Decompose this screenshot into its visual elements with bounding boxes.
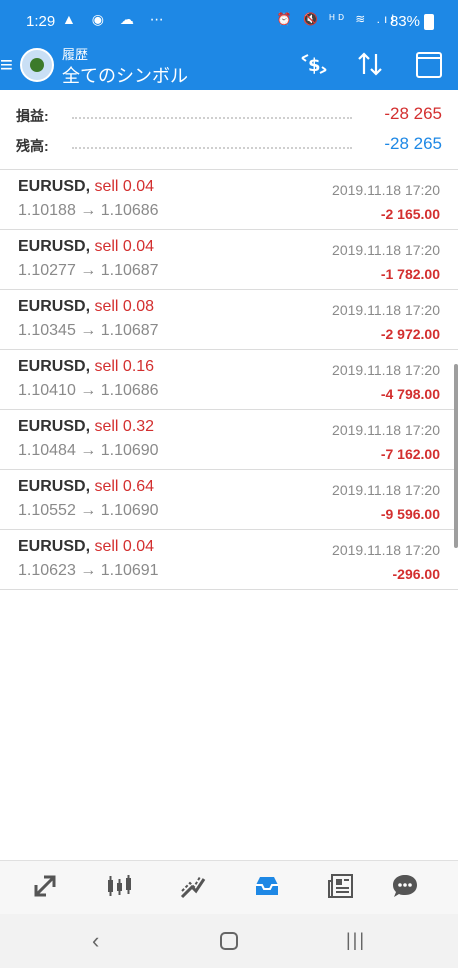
back-nav-icon[interactable]: ‹: [92, 928, 99, 954]
trade-profit: -2 165.00: [380, 206, 440, 222]
home-nav-icon[interactable]: [220, 932, 238, 950]
trade-prices: 1.10552 → 1.10690: [18, 502, 159, 519]
messages-tab-icon[interactable]: [388, 871, 422, 905]
trade-prices: 1.10623 → 1.10691: [18, 562, 159, 579]
status-time: 1:29: [26, 13, 56, 30]
trade-symbol: EURUSD, sell 0.64: [18, 478, 155, 495]
list-item[interactable]: EURUSD, sell 0.16 1.10410 → 1.10686 2019…: [0, 350, 458, 410]
trade-side: sell 0.08: [94, 298, 155, 315]
currency-exchange-icon[interactable]: $: [300, 50, 328, 84]
trade-profit: -7 162.00: [380, 446, 440, 462]
list-item[interactable]: EURUSD, sell 0.32 1.10484 → 1.10690 2019…: [0, 410, 458, 470]
page-title: 履歴: [62, 47, 89, 62]
trade-prices: 1.10345 → 1.10687: [18, 322, 159, 339]
trade-symbol: EURUSD, sell 0.32: [18, 418, 155, 435]
scrollbar[interactable]: [454, 364, 458, 548]
trade-side: sell 0.04: [94, 538, 155, 555]
trade-side: sell 0.04: [94, 238, 155, 255]
battery-percent: 83%: [389, 13, 420, 30]
trade-prices: 1.10484 → 1.10690: [18, 442, 159, 459]
profit-label: 損益:: [16, 108, 49, 124]
status-bar: 1:29 ▲ ◉ ☁ ⋯ ⏰ 🔇 ᴴᴰ ≋ .ıl 83%: [0, 0, 458, 42]
trade-symbol: EURUSD, sell 0.04: [18, 238, 155, 255]
trade-side: sell 0.04: [94, 178, 155, 195]
trade-symbol: EURUSD, sell 0.08: [18, 298, 155, 315]
chart-tab-icon[interactable]: [102, 871, 136, 905]
hamburger-menu-icon[interactable]: ≡: [0, 52, 13, 78]
list-item[interactable]: EURUSD, sell 0.64 1.10552 → 1.10690 2019…: [0, 470, 458, 530]
trade-profit: -9 596.00: [380, 506, 440, 522]
list-item[interactable]: EURUSD, sell 0.04 1.10277 → 1.10687 2019…: [0, 230, 458, 290]
dotted-leader: [72, 147, 352, 149]
profit-row: 損益: -28 265: [16, 104, 442, 128]
calendar-icon[interactable]: [416, 52, 442, 78]
balance-row: 残高: -28 265: [16, 134, 442, 158]
history-tab-icon[interactable]: [250, 871, 284, 905]
trade-date: 2019.11.18 17:20: [332, 182, 440, 198]
app-bar: ≡ 履歴 全てのシンボル $: [0, 42, 458, 90]
recents-nav-icon[interactable]: |||: [346, 930, 366, 951]
notification-icons: ▲ ◉ ☁ ⋯: [62, 11, 170, 27]
trade-date: 2019.11.18 17:20: [332, 302, 440, 318]
trade-symbol: EURUSD, sell 0.16: [18, 358, 155, 375]
app-logo-icon[interactable]: [20, 48, 54, 82]
trade-date: 2019.11.18 17:20: [332, 242, 440, 258]
trade-profit: -4 798.00: [380, 386, 440, 402]
trade-side: sell 0.64: [94, 478, 155, 495]
trade-profit: -2 972.00: [380, 326, 440, 342]
system-nav-bar: ‹ |||: [0, 914, 458, 968]
symbol-filter[interactable]: 全てのシンボル: [62, 62, 188, 88]
trade-date: 2019.11.18 17:20: [332, 362, 440, 378]
trade-date: 2019.11.18 17:20: [332, 542, 440, 558]
trade-prices: 1.10410 → 1.10686: [18, 382, 159, 399]
bottom-tab-bar: [0, 860, 458, 914]
trade-side: sell 0.32: [94, 418, 155, 435]
list-item[interactable]: EURUSD, sell 0.04 1.10188 → 1.10686 2019…: [0, 170, 458, 230]
trade-profit: -1 782.00: [380, 266, 440, 282]
balance-value: -28 265: [384, 134, 442, 153]
trade-prices: 1.10277 → 1.10687: [18, 262, 159, 279]
battery-icon: [424, 14, 434, 30]
sort-icon[interactable]: [356, 50, 384, 84]
list-item[interactable]: EURUSD, sell 0.04 1.10623 → 1.10691 2019…: [0, 530, 458, 590]
dotted-leader: [72, 117, 352, 119]
list-item[interactable]: EURUSD, sell 0.08 1.10345 → 1.10687 2019…: [0, 290, 458, 350]
trade-symbol: EURUSD, sell 0.04: [18, 538, 155, 555]
summary-panel: 損益: -28 265 残高: -28 265: [0, 90, 458, 170]
trade-tab-icon[interactable]: [176, 871, 210, 905]
news-tab-icon[interactable]: [324, 871, 358, 905]
trade-date: 2019.11.18 17:20: [332, 482, 440, 498]
quotes-tab-icon[interactable]: [28, 871, 62, 905]
trade-prices: 1.10188 → 1.10686: [18, 202, 159, 219]
profit-value: -28 265: [384, 104, 442, 123]
trade-symbol: EURUSD, sell 0.04: [18, 178, 155, 195]
trade-date: 2019.11.18 17:20: [332, 422, 440, 438]
svg-text:$: $: [308, 55, 321, 76]
trade-side: sell 0.16: [94, 358, 155, 375]
balance-label: 残高:: [16, 138, 49, 154]
system-status-icons: ⏰ 🔇 ᴴᴰ ≋ .ıl: [276, 12, 398, 26]
trade-profit: -296.00: [392, 566, 440, 582]
trade-history-list: EURUSD, sell 0.04 1.10188 → 1.10686 2019…: [0, 170, 458, 590]
